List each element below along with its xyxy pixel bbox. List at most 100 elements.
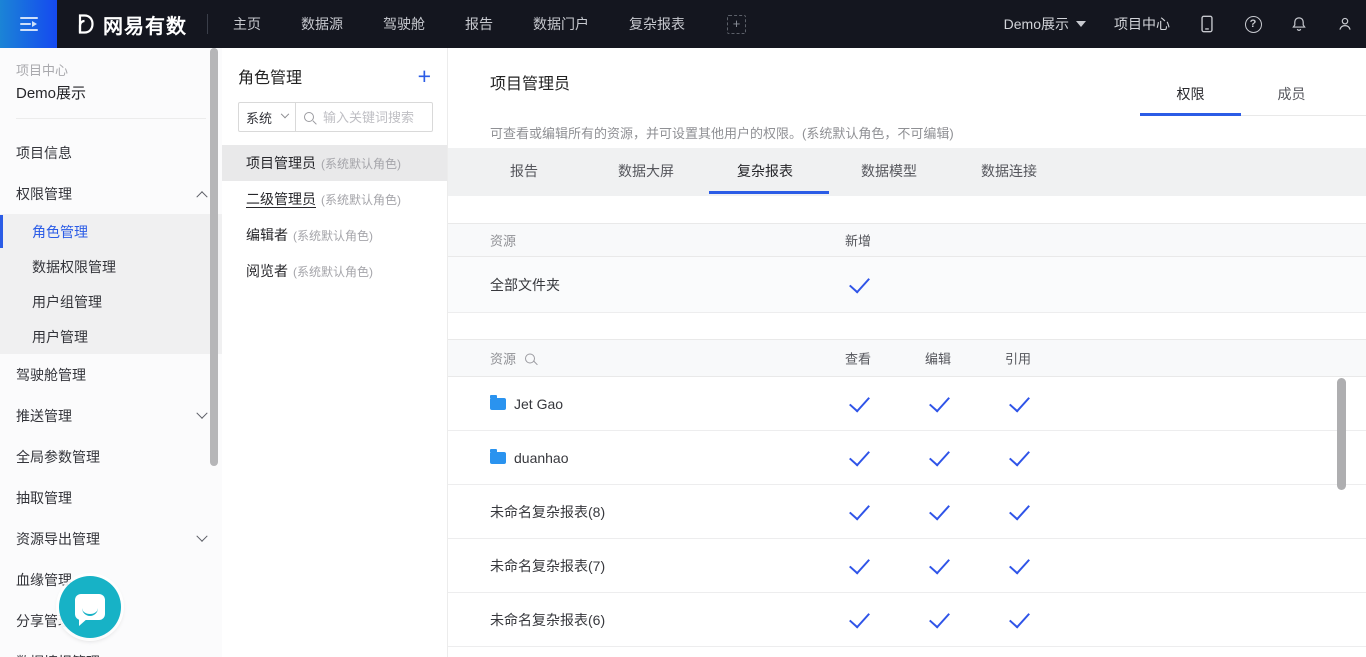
roles-filter-bar: 系统 xyxy=(238,102,433,132)
role-item-secondary-admin[interactable]: 二级管理员 (系统默认角色) xyxy=(222,181,447,217)
resource-label: 未命名复杂报表(6) xyxy=(490,610,605,630)
nav-item-cockpit[interactable]: 驾驶舱 xyxy=(383,14,425,34)
resource-label: duanhao xyxy=(514,450,569,466)
sidebar-item-label: 权限管理 xyxy=(16,184,72,204)
account-button[interactable] xyxy=(1336,15,1354,33)
resource-tab-dashboard[interactable]: 数据大屏 xyxy=(618,148,674,196)
role-search-input[interactable] xyxy=(321,109,424,126)
add-permission-check[interactable] xyxy=(849,272,870,293)
resource-tab-data-model[interactable]: 数据模型 xyxy=(861,148,917,196)
view-permission-check[interactable] xyxy=(849,607,870,628)
nav-item-home[interactable]: 主页 xyxy=(233,14,261,34)
support-chat-button[interactable] xyxy=(59,576,121,638)
view-permission-check[interactable] xyxy=(849,499,870,520)
user-icon xyxy=(1336,15,1354,33)
edit-permission-check[interactable] xyxy=(929,445,950,466)
reference-permission-check[interactable] xyxy=(1009,607,1030,628)
hamburger-collapse-icon xyxy=(20,17,38,31)
nav-item-portal[interactable]: 数据门户 xyxy=(533,14,589,34)
edit-permission-check[interactable] xyxy=(929,607,950,628)
resource-type-tabs: 报告 数据大屏 复杂报表 数据模型 数据连接 xyxy=(448,148,1366,196)
mobile-device-button[interactable] xyxy=(1198,15,1216,33)
search-icon[interactable] xyxy=(525,353,535,363)
role-tag: (系统默认角色) xyxy=(321,191,401,208)
help-button[interactable] xyxy=(1244,15,1262,33)
brand-logo[interactable]: 网易有数 xyxy=(72,10,187,39)
sidebar-item-user-mgmt[interactable]: 用户管理 xyxy=(0,319,222,354)
help-icon xyxy=(1245,16,1262,33)
reference-permission-check[interactable] xyxy=(1009,445,1030,466)
edit-permission-check[interactable] xyxy=(929,553,950,574)
menu-toggle-button[interactable] xyxy=(0,0,57,48)
add-role-button[interactable]: + xyxy=(418,66,431,86)
sidebar-item-user-group-mgmt[interactable]: 用户组管理 xyxy=(0,284,222,319)
add-column-header: 新增 xyxy=(844,231,872,250)
view-permission-check[interactable] xyxy=(849,391,870,412)
resource-name[interactable]: Jet Gao xyxy=(490,396,563,412)
view-permission-check[interactable] xyxy=(849,445,870,466)
role-type-select[interactable]: 系统 xyxy=(238,102,296,132)
resource-name: 未命名复杂报表(7) xyxy=(490,556,605,576)
role-management-panel: 角色管理 + 系统 项目管理员 (系统默认角色) 二级管理员 (系统默认角色) xyxy=(222,48,448,657)
active-tab-underline xyxy=(709,191,829,194)
sidebar-item-extract-mgmt[interactable]: 抽取管理 xyxy=(0,477,222,518)
resource-label: Jet Gao xyxy=(514,396,563,412)
table-header: 资源 查看 编辑 引用 xyxy=(448,339,1366,377)
role-tag: (系统默认角色) xyxy=(321,155,401,172)
permission-submenu: 角色管理 数据权限管理 用户组管理 用户管理 xyxy=(0,214,222,354)
role-tag: (系统默认角色) xyxy=(293,227,373,244)
nav-item-datasource[interactable]: 数据源 xyxy=(301,14,343,34)
reference-permission-check[interactable] xyxy=(1009,553,1030,574)
sidebar-item-label: 角色管理 xyxy=(32,222,88,242)
table-row: 未命名复杂报表(7) xyxy=(448,539,1366,593)
role-item-viewer[interactable]: 阅览者 (系统默认角色) xyxy=(222,253,447,289)
sidebar-item-role-mgmt[interactable]: 角色管理 xyxy=(0,214,222,249)
table-row: 未命名复杂报表(8) xyxy=(448,485,1366,539)
nav-item-complex-report[interactable]: 复杂报表 xyxy=(629,14,685,34)
table-scrollbar-thumb[interactable] xyxy=(1337,378,1346,490)
sidebar-item-push-mgmt[interactable]: 推送管理 xyxy=(0,395,222,436)
role-name: 阅览者 xyxy=(246,261,288,281)
sidebar-header: 项目中心 Demo展示 xyxy=(0,48,222,119)
sidebar-item-permission-mgmt[interactable]: 权限管理 xyxy=(0,173,222,214)
folder-icon xyxy=(490,452,506,464)
role-name: 编辑者 xyxy=(246,225,288,245)
tab-permissions[interactable]: 权限 xyxy=(1140,76,1241,115)
nav-item-report[interactable]: 报告 xyxy=(465,14,493,34)
chat-bubble-icon xyxy=(75,594,105,620)
project-center-link[interactable]: 项目中心 xyxy=(1114,14,1170,34)
sidebar-item-cockpit-mgmt[interactable]: 驾驶舱管理 xyxy=(0,354,222,395)
role-item-editor[interactable]: 编辑者 (系统默认角色) xyxy=(222,217,447,253)
view-permission-check[interactable] xyxy=(849,553,870,574)
sidebar-item-clipped[interactable]: 数据填报管理 xyxy=(0,641,222,657)
nav-add-module-button[interactable]: + xyxy=(727,15,746,34)
reference-permission-check[interactable] xyxy=(1009,391,1030,412)
resource-name[interactable]: duanhao xyxy=(490,450,569,466)
resource-tab-report[interactable]: 报告 xyxy=(510,148,538,196)
reference-permission-check[interactable] xyxy=(1009,499,1030,520)
view-column-header: 查看 xyxy=(844,349,872,368)
role-item-project-admin[interactable]: 项目管理员 (系统默认角色) xyxy=(222,145,447,181)
sidebar-project-name: Demo展示 xyxy=(16,82,206,106)
chevron-down-icon xyxy=(281,110,289,118)
sidebar-item-label: 项目信息 xyxy=(16,143,72,163)
tab-members[interactable]: 成员 xyxy=(1241,76,1342,115)
sidebar-scrollbar-thumb[interactable] xyxy=(210,48,218,466)
sidebar-item-export-mgmt[interactable]: 资源导出管理 xyxy=(0,518,222,559)
sidebar-item-label: 用户管理 xyxy=(32,327,88,347)
role-tag: (系统默认角色) xyxy=(293,263,373,280)
sidebar-item-label: 驾驶舱管理 xyxy=(16,365,86,385)
resource-tab-complex-report[interactable]: 复杂报表 xyxy=(737,148,793,196)
top-navbar: 网易有数 主页 数据源 驾驶舱 报告 数据门户 复杂报表 + Demo展示 项目… xyxy=(0,0,1366,48)
main-content: 项目管理员 权限 成员 可查看或编辑所有的资源，并可设置其他用户的权限。(系统默… xyxy=(448,48,1366,657)
workspace-switcher[interactable]: Demo展示 xyxy=(1004,14,1086,34)
resource-tab-data-connection[interactable]: 数据连接 xyxy=(981,148,1037,196)
notifications-button[interactable] xyxy=(1290,15,1308,33)
sidebar-item-global-param-mgmt[interactable]: 全局参数管理 xyxy=(0,436,222,477)
role-name: 项目管理员 xyxy=(246,153,316,173)
edit-permission-check[interactable] xyxy=(929,499,950,520)
sidebar-item-data-permission-mgmt[interactable]: 数据权限管理 xyxy=(0,249,222,284)
edit-permission-check[interactable] xyxy=(929,391,950,412)
resource-permission-table: 资源 查看 编辑 引用 Jet Gao duanhao xyxy=(448,339,1366,647)
sidebar-item-project-info[interactable]: 项目信息 xyxy=(0,132,222,173)
